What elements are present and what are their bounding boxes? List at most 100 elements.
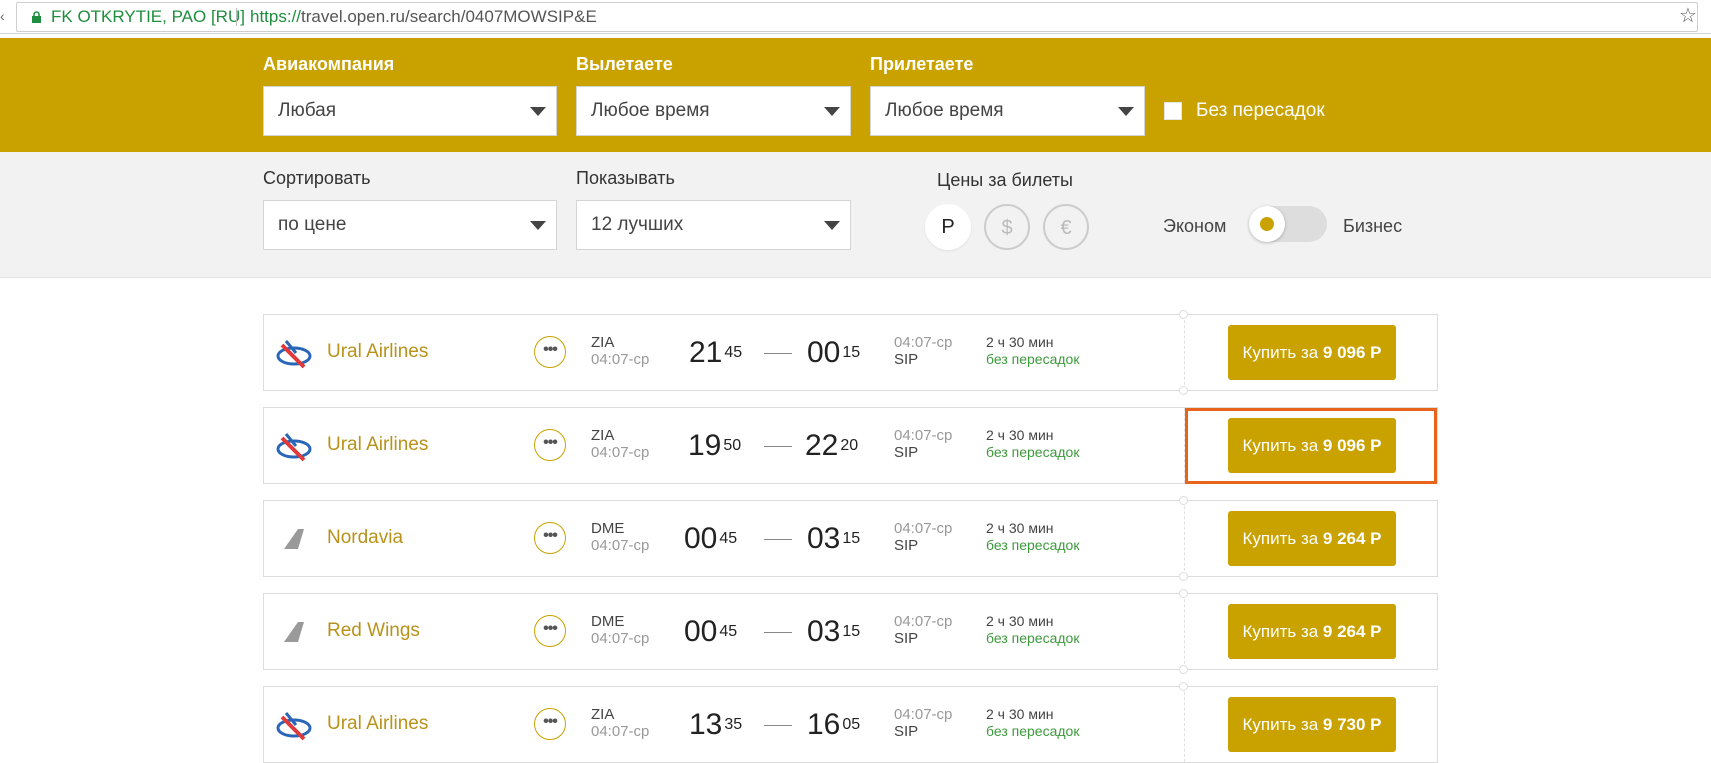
back-chevron-icon[interactable]: ‹ — [0, 8, 6, 24]
nonstop-label[interactable]: Без пересадок — [1196, 100, 1325, 122]
address-separator — [236, 8, 237, 26]
buy-button-price: 9 096 Р — [1322, 343, 1382, 362]
economy-label[interactable]: Эконом — [1163, 216, 1226, 237]
nonstop-checkbox[interactable] — [1164, 102, 1182, 120]
departure-minutes: 45 — [724, 344, 743, 361]
arrival-time: 22 20 — [805, 430, 858, 462]
arrival-hours: 22 — [805, 429, 839, 462]
stops-info: без пересадок — [986, 723, 1080, 739]
departure-minutes: 50 — [723, 437, 742, 454]
chevron-down-icon — [824, 221, 840, 230]
more-options-icon[interactable]: ••• — [534, 708, 566, 740]
time-dash — [764, 725, 792, 726]
chevron-down-icon — [824, 107, 840, 116]
departure-airport: DME — [591, 613, 625, 630]
airline-name[interactable]: Ural Airlines — [327, 713, 428, 735]
stops-info: без пересадок — [986, 630, 1080, 646]
flight-duration: 2 ч 30 мин — [986, 706, 1054, 722]
more-options-icon[interactable]: ••• — [534, 336, 566, 368]
time-dash — [764, 446, 792, 447]
flight-row: Ural Airlines ••• ZIA 04:07-ср 19 50 22 20… — [263, 407, 1438, 484]
flight-row: Ural Airlines ••• ZIA 04:07-ср 21 45 00 15… — [263, 310, 1438, 395]
ural-airlines-logo — [276, 340, 312, 369]
buy-button[interactable]: Купить за 9 264 Р — [1228, 511, 1396, 566]
sort-select[interactable]: по цене — [263, 200, 557, 250]
departure-hours: 13 — [689, 708, 723, 741]
depart-filter-label: Вылетаете — [576, 54, 673, 74]
url-field[interactable]: FK OTKRYTIE, PAO [RU] https://travel.ope… — [16, 2, 1698, 32]
stops-info: без пересадок — [986, 537, 1080, 553]
arrival-airport: SIP — [894, 630, 919, 647]
arrival-hours: 03 — [807, 615, 841, 648]
row-divider — [1184, 408, 1185, 483]
ticket-notch — [1179, 682, 1188, 691]
currency-rub-button[interactable]: Р — [925, 204, 971, 250]
departure-date: 04:07-ср — [591, 444, 650, 461]
arrival-date: 04:07-ср — [894, 613, 953, 630]
departure-airport: DME — [591, 520, 625, 537]
arrival-time: 16 05 — [807, 709, 860, 741]
depart-time-select[interactable]: Любое время — [576, 86, 851, 136]
buy-button-prefix: Купить за — [1242, 715, 1323, 734]
airline-name[interactable]: Ural Airlines — [327, 434, 428, 456]
arrive-filter-label: Прилетаете — [870, 54, 974, 74]
departure-hours: 00 — [684, 522, 718, 555]
airline-name[interactable]: Nordavia — [327, 527, 403, 549]
airline-name[interactable]: Red Wings — [327, 620, 420, 642]
departure-date: 04:07-ср — [591, 351, 650, 368]
departure-date: 04:07-ср — [591, 630, 650, 647]
airline-select[interactable]: Любая — [263, 86, 557, 136]
airline-name[interactable]: Ural Airlines — [327, 341, 428, 363]
ural-airlines-logo — [276, 712, 312, 741]
departure-hours: 00 — [684, 615, 718, 648]
more-options-icon[interactable]: ••• — [534, 429, 566, 461]
row-divider — [1184, 315, 1185, 390]
row-divider — [1184, 687, 1185, 762]
buy-button-prefix: Купить за — [1242, 529, 1323, 548]
arrival-minutes: 20 — [840, 437, 859, 454]
browser-address-bar: ‹ FK OTKRYTIE, PAO [RU] https://travel.o… — [0, 0, 1711, 34]
secure-site-label: FK OTKRYTIE, PAO [RU] — [51, 7, 245, 26]
buy-button[interactable]: Купить за 9 730 Р — [1228, 697, 1396, 752]
stops-info: без пересадок — [986, 444, 1080, 460]
departure-minutes: 45 — [719, 530, 738, 547]
departure-airport: ZIA — [591, 334, 615, 351]
more-options-icon[interactable]: ••• — [534, 615, 566, 647]
buy-button[interactable]: Купить за 9 264 Р — [1228, 604, 1396, 659]
filter-panel: Авиакомпания Любая Вылетаете Любое время… — [0, 38, 1711, 152]
arrival-hours: 00 — [807, 336, 841, 369]
arrival-hours: 03 — [807, 522, 841, 555]
currency-eur-button[interactable]: € — [1043, 204, 1089, 250]
airline-select-value: Любая — [278, 100, 337, 121]
class-toggle[interactable] — [1249, 206, 1327, 242]
ticket-notch — [1179, 665, 1188, 674]
chevron-down-icon — [530, 107, 546, 116]
arrival-date: 04:07-ср — [894, 427, 953, 444]
more-options-icon[interactable]: ••• — [534, 522, 566, 554]
buy-button-price: 9 264 Р — [1322, 622, 1382, 641]
arrive-time-select[interactable]: Любое время — [870, 86, 1145, 136]
buy-button-price: 9 730 Р — [1322, 715, 1382, 734]
currency-usd-button[interactable]: $ — [984, 204, 1030, 250]
buy-button[interactable]: Купить за 9 096 Р — [1228, 325, 1396, 380]
arrival-airport: SIP — [894, 537, 919, 554]
bookmark-star-icon[interactable]: ☆ — [1679, 5, 1697, 27]
nordavia-tail-logo — [284, 529, 304, 549]
ticket-notch — [1179, 496, 1188, 505]
url-text[interactable]: https://travel.open.ru/search/0407MOWSIP… — [250, 8, 597, 26]
ticket-notch — [1179, 386, 1188, 395]
buy-button[interactable]: Купить за 9 096 Р — [1228, 418, 1396, 473]
arrival-minutes: 15 — [842, 530, 861, 547]
show-count-select[interactable]: 12 лучших — [576, 200, 851, 250]
show-select-value: 12 лучших — [591, 214, 684, 235]
buy-button-prefix: Купить за — [1242, 622, 1323, 641]
arrival-airport: SIP — [894, 444, 919, 461]
business-label[interactable]: Бизнес — [1343, 216, 1402, 237]
buy-button-prefix: Купить за — [1242, 436, 1323, 455]
row-divider — [1184, 501, 1185, 576]
url-path: travel.open.ru/search/0407MOWSIP&E — [301, 7, 597, 26]
departure-date: 04:07-ср — [591, 537, 650, 554]
row-divider — [1184, 594, 1185, 669]
chevron-down-icon — [530, 221, 546, 230]
arrive-select-value: Любое время — [885, 100, 1004, 121]
